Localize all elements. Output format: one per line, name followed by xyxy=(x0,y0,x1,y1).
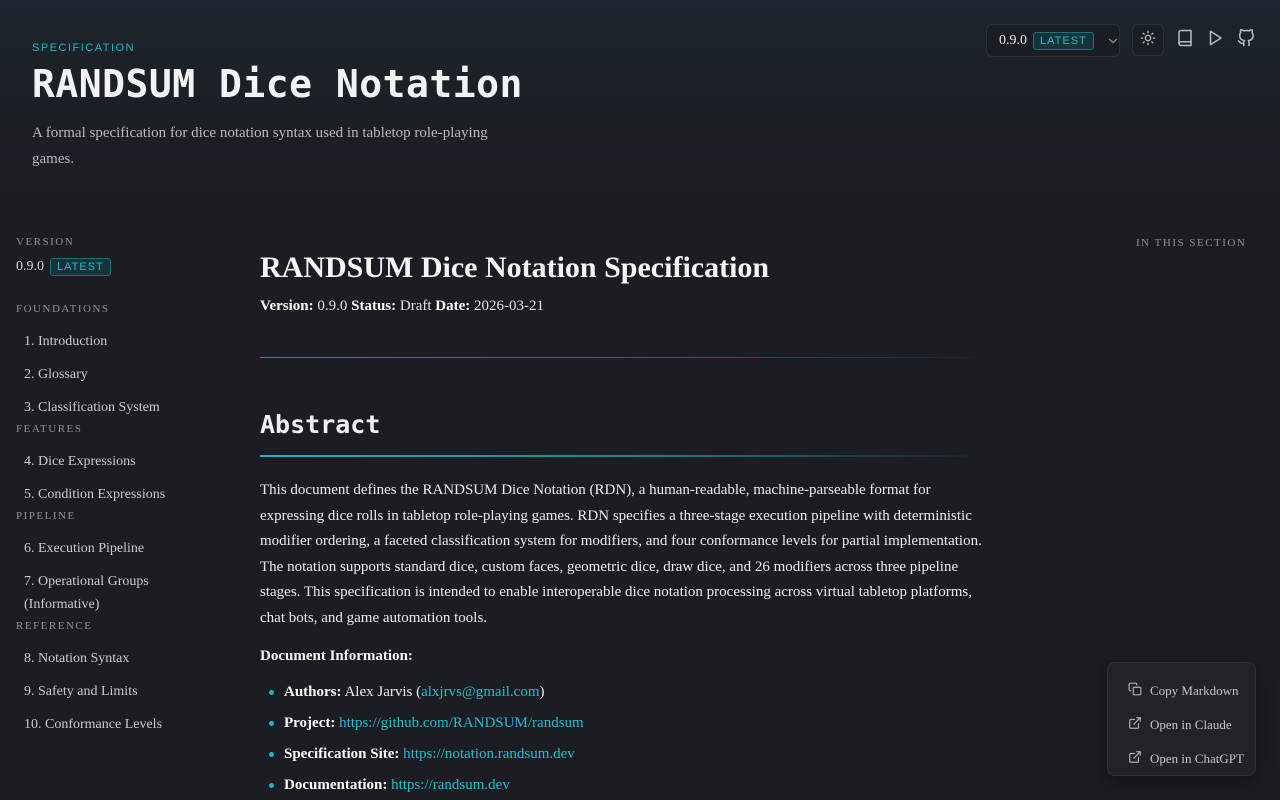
play-icon xyxy=(1206,29,1224,52)
sidebar-item-glossary[interactable]: 2. Glossary xyxy=(16,363,216,386)
theme-toggle-button[interactable] xyxy=(1132,24,1164,56)
meta-date: 2026-03-21 xyxy=(474,298,545,314)
info-text: Alex Jarvis ( xyxy=(344,683,422,700)
open-in-claude-button[interactable]: Open in Claude xyxy=(1108,708,1255,742)
author-email-link[interactable]: alxjrvs@gmail.com xyxy=(421,684,539,700)
sidebar-item-dice-expressions[interactable]: 4. Dice Expressions xyxy=(16,450,216,473)
open-in-claude-label: Open in Claude xyxy=(1150,717,1232,732)
info-label: Project: xyxy=(284,714,336,731)
document-information-heading: Document Information: xyxy=(260,647,413,664)
specification-site-link[interactable]: https://notation.randsum.dev xyxy=(403,746,575,762)
info-after: ) xyxy=(539,683,545,700)
sidebar-item-execution-pipeline[interactable]: 6. Execution Pipeline xyxy=(16,537,216,560)
sidebar-group-heading-pipeline: PIPELINE xyxy=(16,510,76,522)
sidebar-item-condition-expressions[interactable]: 5. Condition Expressions xyxy=(16,483,216,506)
sidebar-item-conformance-levels[interactable]: 10. Conformance Levels xyxy=(16,713,216,736)
version-select-value: 0.9.0 xyxy=(999,32,1027,48)
external-link-icon xyxy=(1128,716,1142,734)
info-label: Specification Site: xyxy=(284,745,400,762)
sidebar-item-notation-syntax[interactable]: 8. Notation Syntax xyxy=(16,647,216,670)
list-item-specification-site: Specification Site: https://notation.ran… xyxy=(260,743,985,765)
sidebar-version-value: 0.9.0 xyxy=(16,259,44,274)
latest-badge: LATEST xyxy=(1033,31,1094,50)
sidebar-group-heading-reference: REFERENCE xyxy=(16,620,93,632)
page-actions-menu: Copy Markdown Open in Claude Open in Cha… xyxy=(1107,662,1256,776)
list-item-authors: Authors: Alex Jarvis (alxjrvs@gmail.com) xyxy=(260,681,985,703)
document-meta: Version: 0.9.0 Status: Draft Date: 2026-… xyxy=(260,298,985,315)
sidebar-item-introduction[interactable]: 1. Introduction xyxy=(16,330,216,353)
meta-date-label: Date: xyxy=(435,298,471,314)
project-link[interactable]: https://github.com/RANDSUM/randsum xyxy=(339,715,584,731)
main-content: RANDSUM Dice Notation Specification Vers… xyxy=(260,250,985,800)
toc-heading: IN THIS SECTION xyxy=(1136,237,1247,249)
divider xyxy=(260,357,972,358)
open-in-chatgpt-button[interactable]: Open in ChatGPT xyxy=(1108,742,1255,776)
playground-button[interactable] xyxy=(1199,24,1231,56)
github-icon xyxy=(1237,28,1255,52)
external-link-icon xyxy=(1128,750,1142,768)
heading-underline xyxy=(260,455,972,457)
book-icon xyxy=(1176,29,1194,52)
copy-icon xyxy=(1128,682,1142,700)
sidebar-item-operational-groups[interactable]: 7. Operational Groups (Informative) xyxy=(16,570,176,616)
documentation-link[interactable]: https://randsum.dev xyxy=(391,777,510,793)
github-button[interactable] xyxy=(1230,24,1262,56)
info-label: Authors: xyxy=(284,683,342,700)
sidebar-group-heading-foundations: FOUNDATIONS xyxy=(16,303,110,315)
meta-status-label: Status: xyxy=(351,298,397,314)
sidebar-version: 0.9.0 LATEST xyxy=(16,258,216,276)
sidebar-nav: VERSION 0.9.0 LATEST FOUNDATIONS 1. Intr… xyxy=(16,236,216,736)
meta-status: Draft xyxy=(399,298,432,314)
hero-title: RANDSUM Dice Notation xyxy=(32,62,523,106)
sidebar-latest-badge: LATEST xyxy=(50,258,111,276)
list-item-project: Project: https://github.com/RANDSUM/rand… xyxy=(260,712,985,734)
meta-version: 0.9.0 xyxy=(317,298,348,314)
chevron-down-icon xyxy=(1106,34,1120,48)
abstract-paragraph: This document defines the RANDSUM Dice N… xyxy=(260,482,982,626)
open-in-chatgpt-label: Open in ChatGPT xyxy=(1150,751,1244,766)
page-title: RANDSUM Dice Notation Specification xyxy=(260,251,770,284)
hero-subtitle: A formal specification for dice notation… xyxy=(32,125,488,167)
docs-button[interactable] xyxy=(1169,24,1201,56)
sun-icon xyxy=(1140,30,1156,51)
sidebar-version-heading: VERSION xyxy=(16,236,75,248)
sidebar-item-classification-system[interactable]: 3. Classification System xyxy=(16,396,216,419)
hero-eyebrow: SPECIFICATION xyxy=(32,42,136,54)
info-label: Documentation: xyxy=(284,776,388,793)
document-information-list: Authors: Alex Jarvis (alxjrvs@gmail.com)… xyxy=(260,681,985,796)
copy-markdown-button[interactable]: Copy Markdown xyxy=(1108,674,1255,708)
meta-version-label: Version: xyxy=(260,298,314,314)
sidebar-item-safety-and-limits[interactable]: 9. Safety and Limits xyxy=(16,680,216,703)
version-select[interactable]: 0.9.0 LATEST xyxy=(986,24,1120,57)
copy-markdown-label: Copy Markdown xyxy=(1150,683,1239,698)
sidebar-group-heading-features: FEATURES xyxy=(16,423,83,435)
section-heading-abstract: Abstract xyxy=(260,410,381,439)
list-item-documentation: Documentation: https://randsum.dev xyxy=(260,774,985,796)
